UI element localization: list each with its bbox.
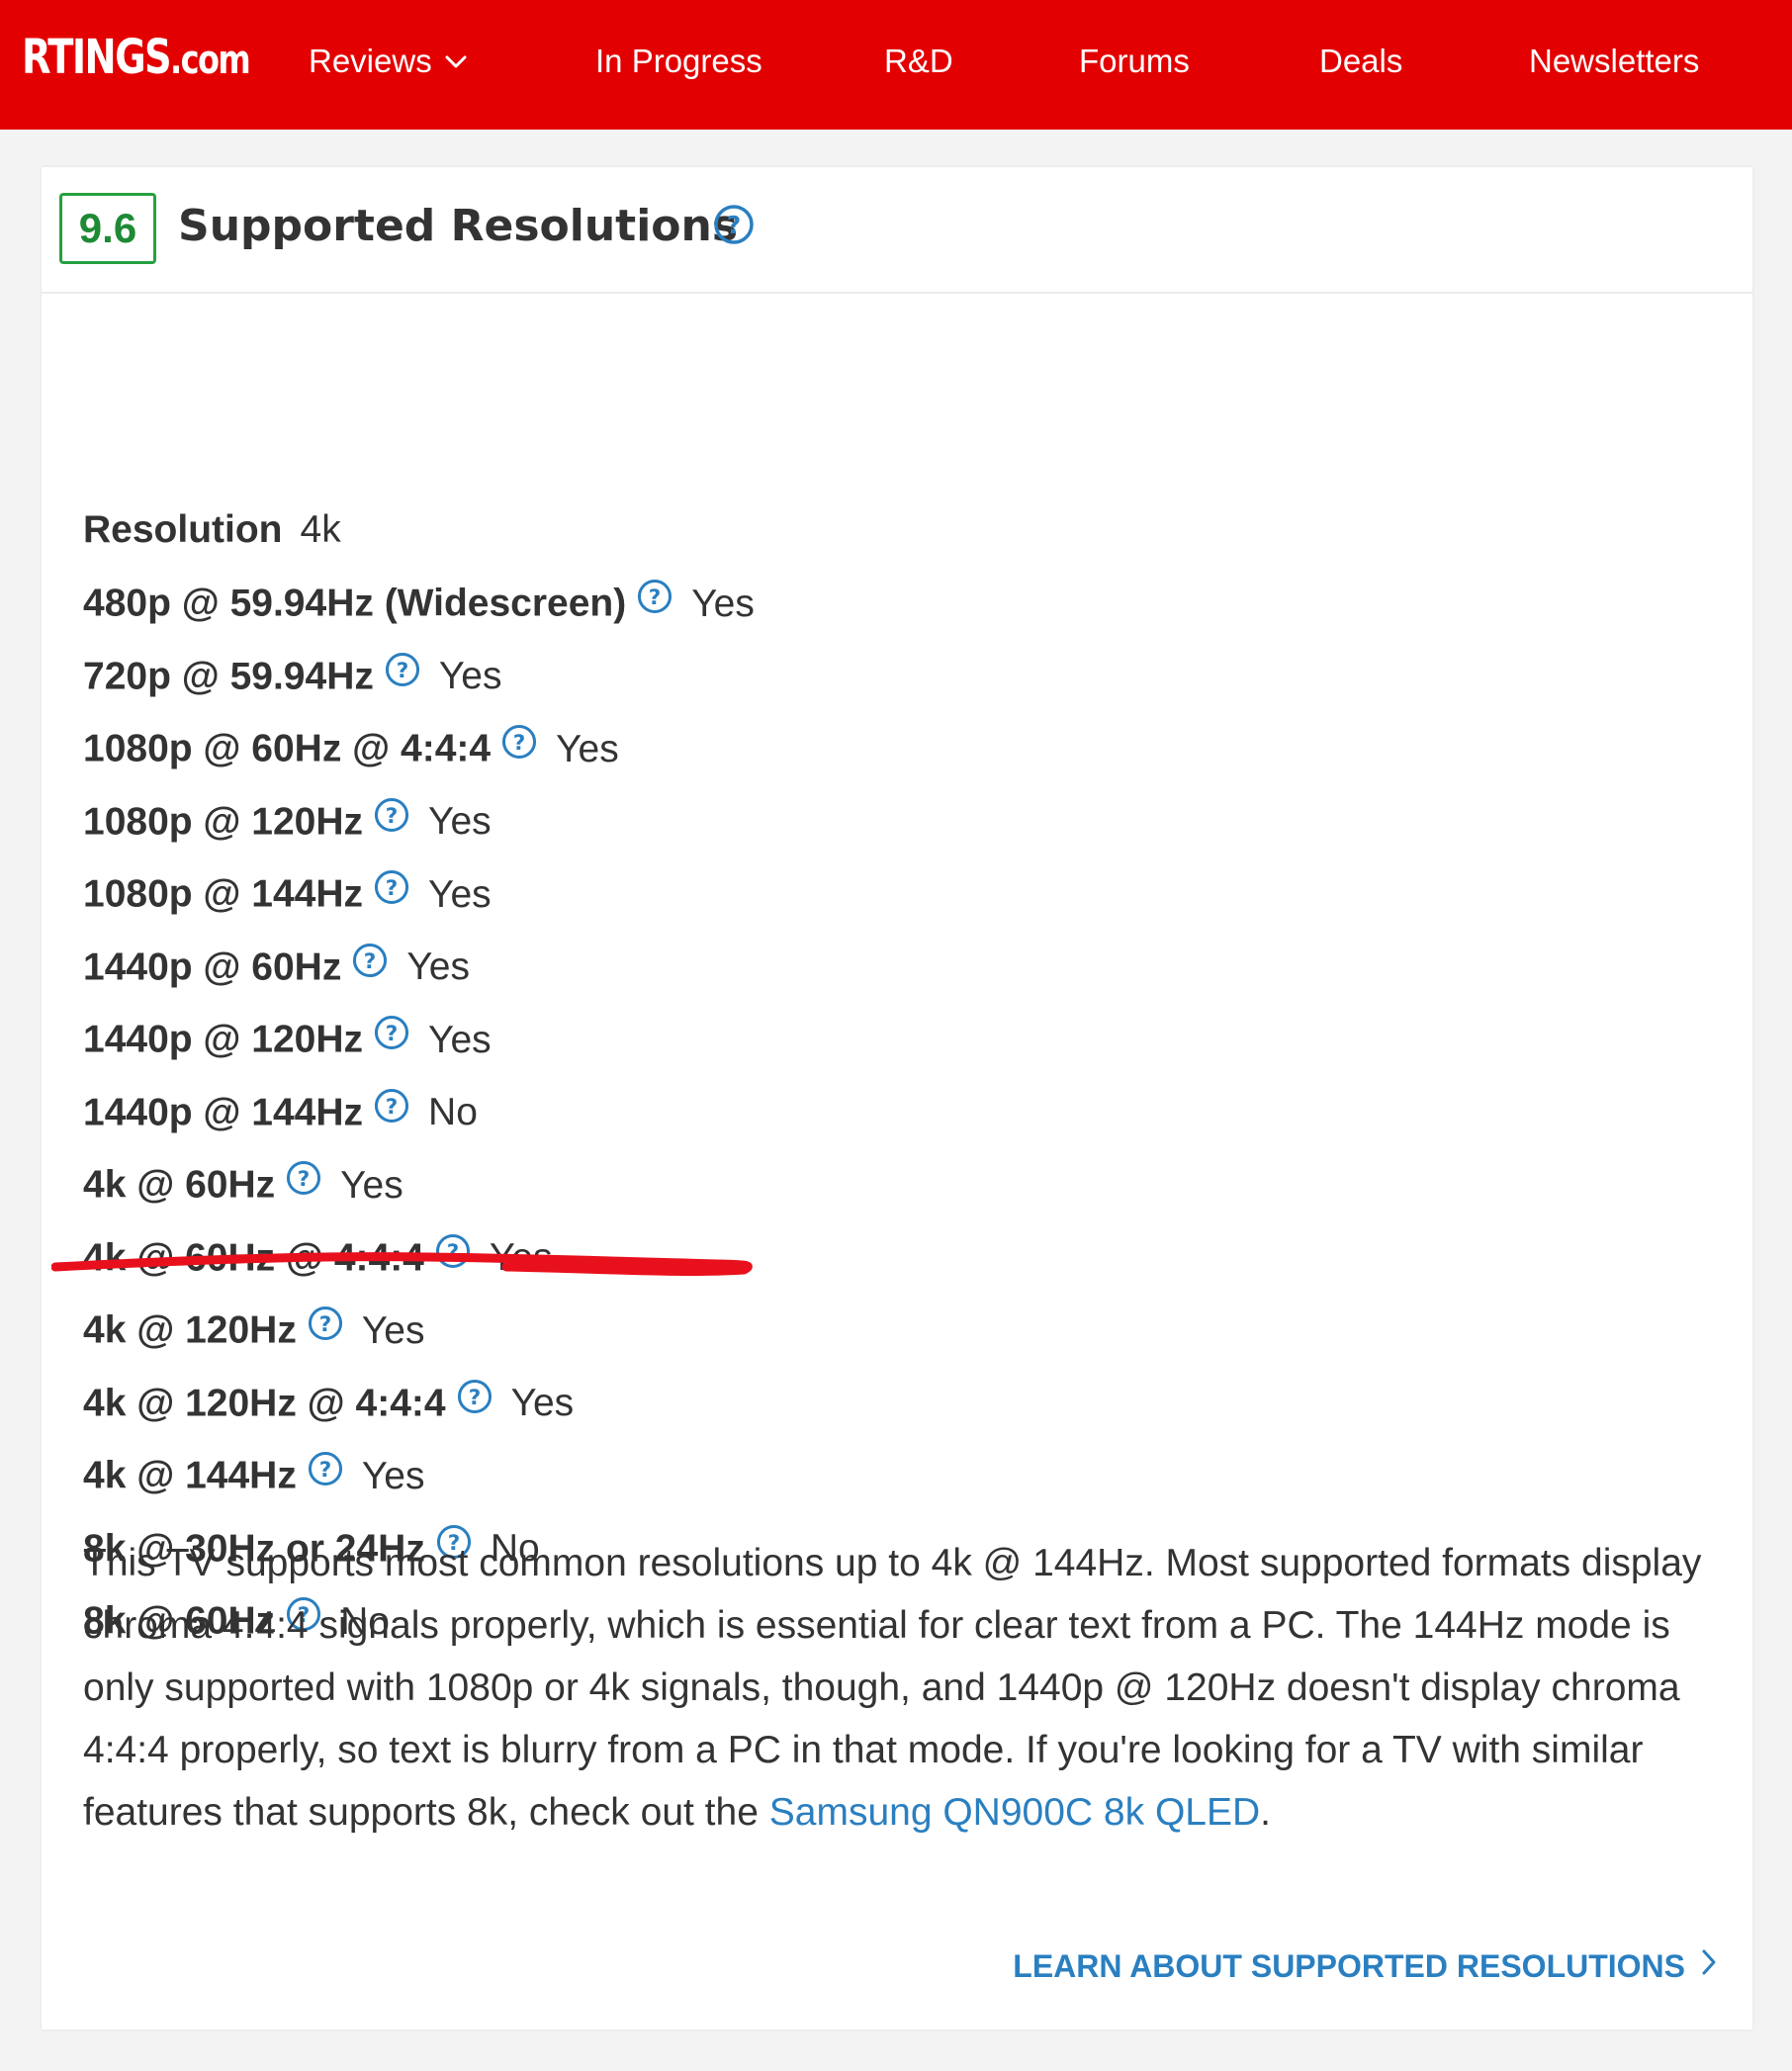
help-icon[interactable]: ? [384, 651, 421, 699]
resolution-row: 4k @ 60Hz? Yes [83, 1160, 403, 1212]
resolution-row-label: 4k @ 144Hz [83, 1454, 297, 1497]
red-annotation-underline [51, 1252, 753, 1276]
resolution-row-label: 1440p @ 60Hz [83, 945, 342, 989]
help-icon[interactable]: ? [373, 868, 410, 917]
help-icon[interactable]: ? [456, 1378, 493, 1426]
description-text: This TV supports most common resolutions… [83, 1542, 1702, 1834]
chevron-right-icon [1701, 1948, 1717, 1983]
resolution-row-value: Yes [361, 1454, 425, 1497]
resolution-row-label: 4k @ 120Hz @ 4:4:4 [83, 1382, 446, 1425]
svg-text:?: ? [364, 948, 377, 973]
resolution-row: 1080p @ 144Hz? Yes [83, 869, 492, 921]
resolution-row-value: No [428, 1091, 478, 1134]
resolution-row: 4k @ 144Hz? Yes [83, 1451, 425, 1502]
resolution-row: 4k @ 120Hz? Yes [83, 1305, 425, 1357]
svg-text:?: ? [513, 731, 526, 756]
svg-text:?: ? [319, 1458, 332, 1483]
resolution-row: 1080p @ 60Hz @ 4:4:4? Yes [83, 724, 619, 775]
resolution-row-label: 1440p @ 120Hz [83, 1018, 364, 1061]
help-icon[interactable]: ? [636, 578, 673, 626]
top-navigation-bar: RTINGS.com Reviews In Progress R&D Forum… [0, 0, 1792, 130]
resolution-row-value: Yes [510, 1382, 575, 1425]
nav-deals[interactable]: Deals [1319, 43, 1402, 79]
resolution-row-label: 4k @ 60Hz [83, 1163, 276, 1207]
resolution-row: 4k @ 120Hz @ 4:4:4? Yes [83, 1379, 575, 1430]
resolution-row-label: 480p @ 59.94Hz (Widescreen) [83, 582, 627, 625]
nav-newsletters[interactable]: Newsletters [1529, 43, 1699, 79]
resolution-value: 4k [300, 508, 341, 551]
logo-main: RTINGS [22, 30, 172, 85]
nav-forums[interactable]: Forums [1079, 43, 1190, 79]
resolution-row-value: Yes [406, 945, 470, 989]
svg-text:?: ? [468, 1385, 481, 1409]
help-icon[interactable]: ? [307, 1450, 344, 1498]
help-icon[interactable]: ? [373, 1014, 410, 1062]
learn-link-label: LEARN ABOUT SUPPORTED RESOLUTIONS [1013, 1948, 1685, 1984]
help-icon[interactable]: ? [373, 1087, 410, 1135]
help-icon[interactable]: ? [373, 796, 410, 845]
resolution-row-value: Yes [556, 727, 619, 770]
score-badge: 9.6 [59, 193, 156, 264]
description-end: . [1260, 1791, 1271, 1834]
resolution-summary: Resolution 4k [83, 508, 341, 553]
resolution-row: 480p @ 59.94Hz (Widescreen)? Yes [83, 579, 755, 630]
svg-text:?: ? [298, 1167, 311, 1192]
nav-reviews-label: Reviews [309, 43, 432, 79]
logo-suffix: .com [170, 38, 251, 83]
resolution-description: This TV supports most common resolutions… [83, 1532, 1705, 1844]
resolution-row-label: 4k @ 120Hz [83, 1308, 297, 1352]
nav-research-development[interactable]: R&D [884, 43, 953, 79]
svg-text:?: ? [397, 658, 409, 682]
svg-text:?: ? [386, 803, 399, 828]
resolution-row: 1080p @ 120Hz? Yes [83, 797, 492, 849]
chevron-down-icon [444, 42, 468, 77]
resolution-row-value: Yes [428, 872, 492, 916]
nav-reviews[interactable]: Reviews [309, 42, 468, 81]
svg-text:?: ? [386, 1094, 399, 1119]
svg-text:?: ? [319, 1312, 332, 1337]
resolution-label: Resolution [83, 508, 283, 551]
help-icon[interactable]: ? [285, 1159, 322, 1208]
samsung-qn900c-link[interactable]: Samsung QN900C 8k QLED [769, 1791, 1260, 1834]
resolution-row: 720p @ 59.94Hz? Yes [83, 652, 502, 703]
section-title: Supported Resolutions [178, 201, 739, 251]
resolution-row-label: 1080p @ 60Hz @ 4:4:4 [83, 727, 492, 770]
nav-in-progress[interactable]: In Progress [595, 43, 762, 79]
resolution-row-label: 1080p @ 120Hz [83, 800, 364, 844]
svg-text:?: ? [649, 585, 662, 610]
help-icon[interactable]: ? [307, 1305, 344, 1353]
resolution-row-value: Yes [428, 1018, 492, 1061]
help-icon[interactable]: ? [500, 723, 538, 771]
resolution-row-value: Yes [428, 800, 492, 844]
section-help-icon[interactable]: ? [712, 203, 756, 251]
card-header: 9.6 Supported Resolutions ? [42, 167, 1752, 294]
learn-about-resolutions-link[interactable]: LEARN ABOUT SUPPORTED RESOLUTIONS [1013, 1948, 1717, 1986]
resolution-row-label: 1440p @ 144Hz [83, 1091, 364, 1134]
resolution-row: 1440p @ 60Hz? Yes [83, 942, 470, 994]
resolution-row-value: Yes [340, 1163, 403, 1207]
help-icon[interactable]: ? [351, 942, 389, 990]
svg-text:?: ? [727, 211, 742, 239]
resolution-row-value: Yes [361, 1308, 425, 1352]
rtings-logo[interactable]: RTINGS.com [22, 34, 251, 83]
resolution-row-label: 720p @ 59.94Hz [83, 655, 374, 698]
svg-text:?: ? [386, 1022, 399, 1046]
resolution-row-value: Yes [691, 582, 755, 625]
supported-resolutions-card: 9.6 Supported Resolutions ? Resolution 4k… [42, 167, 1752, 2029]
svg-text:?: ? [386, 876, 399, 901]
resolution-row: 1440p @ 144Hz? No [83, 1088, 478, 1139]
resolution-row-value: Yes [438, 655, 502, 698]
resolution-row: 1440p @ 120Hz? Yes [83, 1015, 492, 1066]
resolution-row-label: 1080p @ 144Hz [83, 872, 364, 916]
